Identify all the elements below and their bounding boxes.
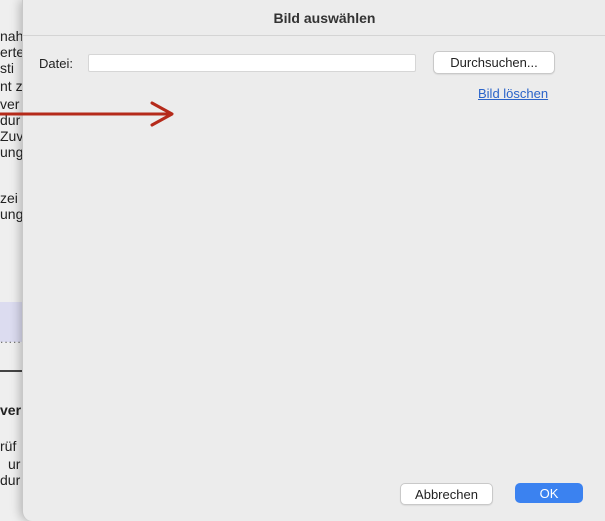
background-text-line: dur bbox=[0, 472, 21, 488]
background-text-line: ung bbox=[0, 206, 24, 222]
ok-button[interactable]: OK bbox=[515, 483, 583, 503]
background-text-line: ung bbox=[0, 144, 24, 160]
background-text-line: Zuv bbox=[0, 128, 24, 144]
cancel-button[interactable]: Abbrechen bbox=[400, 483, 493, 505]
dialog-title: Bild auswählen bbox=[273, 9, 376, 26]
file-label: Datei: bbox=[39, 56, 73, 71]
background-text-line: nt z bbox=[0, 78, 23, 94]
delete-image-link[interactable]: Bild löschen bbox=[478, 86, 548, 101]
background-heading: ver bbox=[0, 402, 22, 418]
background-text-line: sti bbox=[0, 60, 14, 76]
dialog-titlebar: Bild auswählen bbox=[23, 0, 605, 36]
arrow-right-icon bbox=[0, 101, 174, 127]
background-text-line: ur bbox=[8, 456, 21, 472]
file-path-input[interactable] bbox=[88, 54, 416, 72]
background-text-line: rüf bbox=[0, 438, 17, 454]
screen: nah erte sti nt z ver dur Zuv ung zei un… bbox=[0, 0, 605, 521]
background-text-line: nah bbox=[0, 28, 24, 44]
background-dots: ..... bbox=[0, 332, 22, 346]
select-image-dialog: Bild auswählen Datei: Durchsuchen... Bil… bbox=[22, 0, 605, 521]
background-text-line: erte bbox=[0, 44, 25, 60]
browse-button[interactable]: Durchsuchen... bbox=[433, 51, 555, 74]
background-text-line: zei bbox=[0, 190, 18, 206]
